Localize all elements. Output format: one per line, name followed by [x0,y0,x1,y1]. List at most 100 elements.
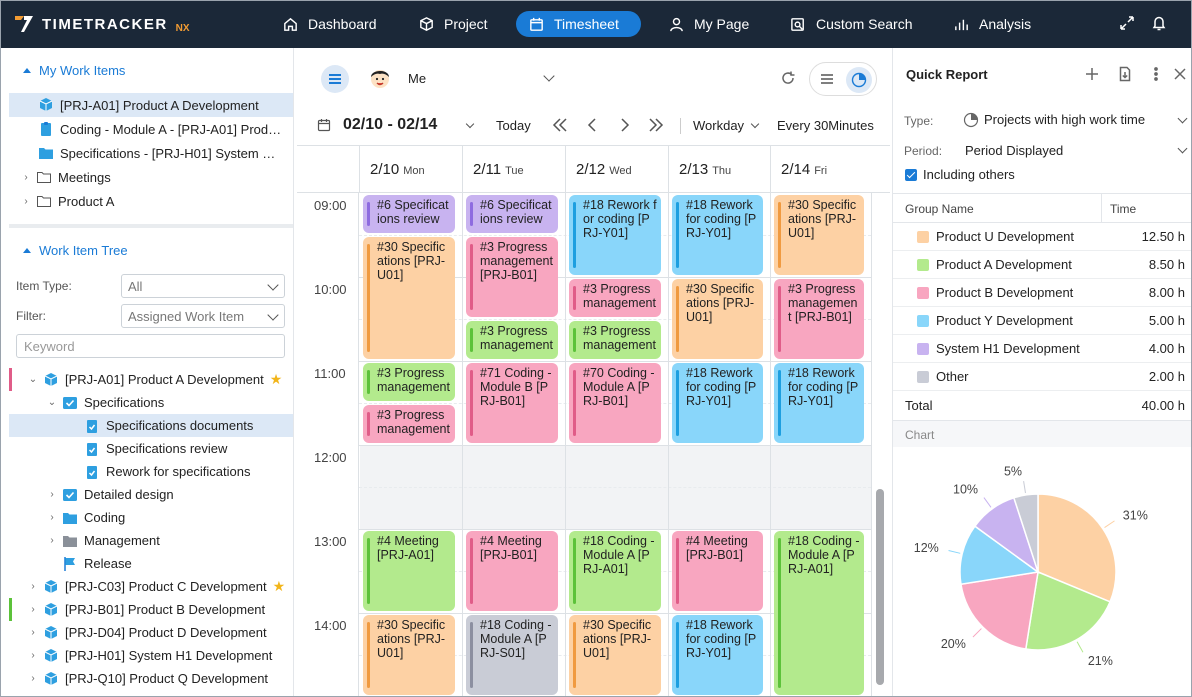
user-selector-label[interactable]: Me [408,71,426,86]
app-logo[interactable]: TIMETRACKER NX [12,12,190,36]
report-row[interactable]: System H1 Development 4.00 h [893,335,1192,363]
time-entry[interactable]: #18 Rework for coding [PRJ-Y01] [569,195,661,275]
star-icon[interactable]: ★ [270,371,283,388]
time-entry[interactable]: #3 Progress management [363,363,455,401]
bell-icon[interactable] [1150,14,1168,32]
panel-divider[interactable] [9,224,293,228]
day-header[interactable]: 2/11 Tue [462,146,565,192]
add-icon[interactable] [1084,66,1100,82]
chevron-right-icon[interactable]: › [20,172,32,183]
chevron-right-icon[interactable]: › [46,489,58,500]
work-item-row[interactable]: Coding - Module A - [PRJ-A01] Prod… [9,117,293,141]
time-entry[interactable]: #70 Coding - Module A [PRJ-B01] [569,363,661,443]
work-item-row[interactable]: [PRJ-A01] Product A Development [9,93,293,117]
time-entry[interactable]: #3 Progress management [466,321,558,359]
day-header[interactable]: 2/12 Wed [565,146,668,192]
expand-icon[interactable] [1118,14,1136,32]
report-row[interactable]: Product B Development 8.00 h [893,279,1192,307]
time-entry[interactable]: #3 Progress management [363,405,455,443]
time-entry[interactable]: #3 Progress management [569,321,661,359]
time-entry[interactable]: #18 Coding - Module A [PRJ-A01] [774,531,864,695]
more-icon[interactable] [1148,66,1164,82]
work-item-tree-header[interactable]: Work Item Tree [23,243,128,258]
report-row[interactable]: Other 2.00 h [893,363,1192,391]
filter-select[interactable]: Assigned Work Item [121,304,285,328]
tree-node[interactable]: › Coding [9,506,293,529]
nav-my-page[interactable]: My Page [656,11,761,37]
close-icon[interactable] [1172,66,1188,82]
chevron-right-icon[interactable]: › [46,535,58,546]
tree-node[interactable]: › [PRJ-B01] Product B Development [9,598,293,621]
time-entry[interactable]: #4 Meeting [PRJ-B01] [672,531,763,611]
calendar-icon[interactable] [317,118,331,132]
work-item-row[interactable]: › Meetings [9,165,293,189]
double-chevron-left-icon[interactable] [551,116,569,134]
nav-project[interactable]: Project [406,11,500,37]
workday-select[interactable]: Workday [693,118,744,133]
today-button[interactable]: Today [496,118,531,133]
including-others-label[interactable]: Including others [923,167,1015,182]
tree-node[interactable]: Release [9,552,293,575]
report-row[interactable]: Product A Development 8.50 h [893,251,1192,279]
pie-slice[interactable] [960,571,1039,650]
date-range[interactable]: 02/10 - 02/14 [343,116,437,134]
double-chevron-right-icon[interactable] [647,116,665,134]
tree-node[interactable]: › [PRJ-H01] System H1 Development [9,644,293,667]
tree-node[interactable]: › [PRJ-C03] Product C Development ★ [9,575,293,598]
work-item-row[interactable]: › Product A [9,189,293,213]
chevron-down-icon[interactable] [750,119,760,129]
work-item-row[interactable]: Specifications - [PRJ-H01] System … [9,141,293,165]
tree-node[interactable]: Rework for specifications [9,460,293,483]
chevron-down-icon[interactable] [1177,113,1188,124]
time-entry[interactable]: #71 Coding - Module B [PRJ-B01] [466,363,558,443]
including-others-checkbox[interactable] [905,169,917,181]
tree-node[interactable]: Specifications documents [9,414,293,437]
chevron-down-icon[interactable]: ⌄ [27,374,39,385]
time-entry[interactable]: #30 Specifications [PRJ-U01] [672,279,763,359]
my-work-items-header[interactable]: My Work Items [23,63,125,78]
time-entry[interactable]: #3 Progress management [PRJ-B01] [774,279,864,359]
list-view-icon[interactable] [820,72,834,86]
tree-node[interactable]: Specifications review [9,437,293,460]
day-header[interactable]: 2/13 Thu [668,146,770,192]
menu-toggle-button[interactable] [321,65,349,93]
chevron-right-icon[interactable]: › [27,627,39,638]
star-icon[interactable]: ★ [273,578,286,595]
column-separator[interactable] [1101,194,1102,223]
chevron-down-icon[interactable] [543,70,555,82]
time-entry[interactable]: #18 Rework for coding [PRJ-Y01] [672,615,763,695]
download-icon[interactable] [1117,66,1133,82]
time-entry[interactable]: #3 Progress management [PRJ-B01] [466,237,558,317]
chevron-right-icon[interactable]: › [27,673,39,684]
chevron-right-icon[interactable]: › [27,581,39,592]
tree-node[interactable]: ⌄ Specifications [9,391,293,414]
time-entry[interactable]: #18 Coding - Module A [PRJ-A01] [569,531,661,611]
interval-select[interactable]: Every 30Minutes [777,118,874,133]
time-entry[interactable]: #18 Rework for coding [PRJ-Y01] [672,195,763,275]
tree-node[interactable]: › [PRJ-D04] Product D Development [9,621,293,644]
time-entry[interactable]: #4 Meeting [PRJ-A01] [363,531,455,611]
chevron-right-icon[interactable]: › [20,196,32,207]
report-row[interactable]: Product Y Development 5.00 h [893,307,1192,335]
nav-dashboard[interactable]: Dashboard [270,11,389,37]
chevron-right-icon[interactable]: › [27,650,39,661]
tree-node[interactable]: › Management [9,529,293,552]
nav-timesheet[interactable]: Timesheet [516,11,641,37]
time-entry[interactable]: #18 Rework for coding [PRJ-Y01] [774,363,864,443]
chevron-down-icon[interactable]: ⌄ [46,397,58,408]
chevron-right-icon[interactable] [615,116,633,134]
type-select[interactable]: Projects with high work time [984,112,1145,127]
column-header[interactable]: Time [1110,202,1136,216]
day-header[interactable]: 2/14 Fri [770,146,871,192]
time-entry[interactable]: #18 Rework for coding [PRJ-Y01] [672,363,763,443]
time-entry[interactable]: #18 Coding - Module A [PRJ-S01] [466,615,558,695]
chevron-down-icon[interactable] [1177,143,1188,154]
chevron-right-icon[interactable]: › [27,604,39,615]
time-entry[interactable]: #4 Meeting [PRJ-B01] [466,531,558,611]
tree-node[interactable]: ⌄ [PRJ-A01] Product A Development ★ [9,368,293,391]
time-entry[interactable]: #30 Specifications [PRJ-U01] [363,615,455,695]
column-header[interactable]: Group Name [905,202,974,216]
tree-node[interactable]: › Detailed design [9,483,293,506]
chevron-left-icon[interactable] [584,116,602,134]
nav-analysis[interactable]: Analysis [941,11,1043,37]
